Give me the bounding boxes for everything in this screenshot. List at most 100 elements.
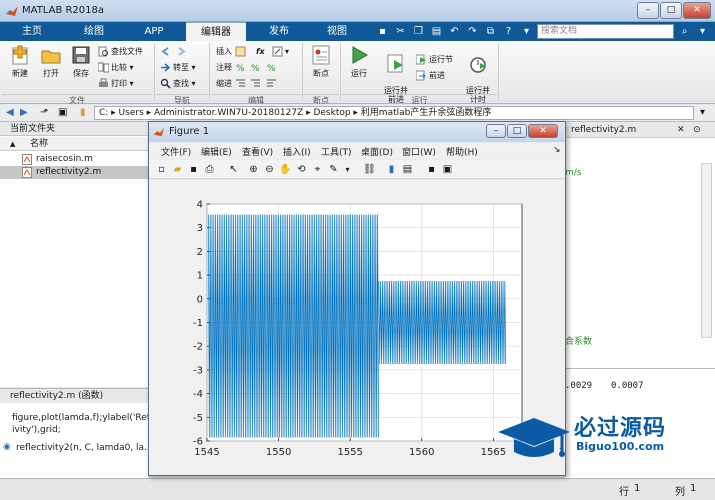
menu-file[interactable]: 文件(F) [161, 145, 191, 158]
tab-publish[interactable]: 发布 [255, 22, 303, 41]
open-file-icon[interactable]: ▰ [171, 163, 184, 176]
search-documentation-input[interactable]: 搜索文档 [537, 24, 674, 39]
comment-button[interactable]: 注释 % % % [216, 61, 279, 74]
insert-legend-icon[interactable]: ▤ [401, 163, 414, 176]
breakpoint-icon [312, 45, 330, 65]
forward-nav-icon[interactable]: ▶ [20, 107, 28, 118]
new-file-icon [12, 45, 28, 65]
zoom-out-icon[interactable]: ⊖ [263, 163, 276, 176]
new-button[interactable]: 新建 [5, 44, 35, 79]
y-tick-label: -6 [193, 437, 203, 448]
tab-view[interactable]: 视图 [313, 22, 361, 41]
maximize-button[interactable]: □ [660, 2, 682, 19]
new-figure-icon[interactable]: ▫ [155, 163, 168, 176]
indent-button[interactable]: 缩进 [216, 77, 279, 90]
up-folder-icon[interactable]: ⬏ [40, 107, 48, 118]
compare-button[interactable]: 比较 ▾ [98, 61, 134, 74]
menu-view[interactable]: 查看(V) [242, 145, 273, 158]
pan-icon[interactable]: ✋ [279, 163, 292, 176]
switch-windows-icon[interactable]: ⧉ [484, 25, 497, 38]
svg-text:%: % [236, 64, 245, 73]
insert-colorbar-icon[interactable]: ▮ [385, 163, 398, 176]
figure-close-button[interactable]: ✕ [528, 124, 558, 138]
tab-plots[interactable]: 绘图 [70, 22, 118, 41]
back-forward-button[interactable] [160, 45, 189, 58]
save-quick-icon[interactable]: ▪ [376, 25, 389, 38]
print-button[interactable]: 打印 ▾ [98, 77, 134, 90]
print-figure-icon[interactable]: ⎙ [203, 163, 216, 176]
find-files-button[interactable]: 查找文件 [98, 45, 143, 58]
address-bar: ◀ ▶ ⬏ ▣ ▮ C: ▸ Users ▸ Administrator.WIN… [0, 105, 715, 122]
open-button[interactable]: 打开 [36, 44, 66, 79]
format-button[interactable]: ▾ [272, 45, 289, 58]
link-plot-icon[interactable]: ⛓ [363, 163, 376, 176]
close-button[interactable]: ✕ [683, 2, 711, 19]
editor-scrollbar[interactable] [701, 163, 712, 338]
tab-apps[interactable]: APP [130, 22, 178, 41]
search-icon[interactable]: ⌕ [678, 25, 691, 38]
brush-icon[interactable]: ✎ [327, 163, 340, 176]
save-figure-icon[interactable]: ▪ [187, 163, 200, 176]
new-label: 新建 [12, 69, 28, 78]
watermark-title: 必过源码 [574, 416, 667, 441]
menu-insert[interactable]: 插入(I) [283, 145, 311, 158]
help-icon[interactable]: ? [502, 25, 515, 38]
figure-minimize-button[interactable]: – [486, 124, 506, 138]
user-icon[interactable]: ▾ [696, 25, 709, 38]
browse-folder-icon[interactable]: ▣ [58, 107, 67, 118]
redo-icon[interactable]: ↷ [466, 25, 479, 38]
back-nav-icon[interactable]: ◀ [6, 107, 14, 118]
goto-label: 转至 [173, 63, 189, 72]
breakpoints-button[interactable]: 断点 [306, 44, 336, 79]
fx-button[interactable]: fx [256, 45, 265, 58]
find-icon [160, 78, 171, 89]
breakpoint-label: 断点 [313, 69, 329, 78]
copy-icon[interactable]: ❐ [412, 25, 425, 38]
cut-icon[interactable]: ✂ [394, 25, 407, 38]
data-cursor-icon[interactable]: ⌖ [311, 163, 324, 176]
menu-help[interactable]: 帮助(H) [446, 145, 478, 158]
insert-button[interactable]: 插入 [216, 45, 248, 58]
advance-button[interactable]: 前进 [416, 69, 445, 82]
hide-plot-tools-icon[interactable]: ▪ [425, 163, 438, 176]
edit-plot-pointer-icon[interactable]: ↖ [227, 163, 240, 176]
run-advance-icon [387, 54, 403, 73]
find-button[interactable]: 查找 ▾ [160, 77, 196, 90]
menu-desktop[interactable]: 桌面(D) [361, 145, 393, 158]
paste-icon[interactable]: ▤ [430, 25, 443, 38]
menu-dock-icon[interactable]: ↘ [553, 145, 561, 155]
menu-tools[interactable]: 工具(T) [321, 145, 352, 158]
name-column-header[interactable]: 名称 ▲ [0, 137, 150, 151]
current-folder-path[interactable]: C: ▸ Users ▸ Administrator.WIN7U-2018012… [94, 106, 694, 120]
run-section-button[interactable]: 运行节 [416, 53, 453, 66]
y-tick-label: -4 [193, 389, 203, 400]
tab-editor[interactable]: 编辑器 [186, 22, 246, 41]
save-button[interactable]: 保存 [66, 44, 96, 79]
figure-title-bar[interactable]: Figure 1 – □ ✕ [149, 122, 565, 142]
quick-access-menu-icon[interactable]: ▾ [520, 25, 533, 38]
goto-button[interactable]: 转至 ▾ [160, 61, 196, 74]
rotate-3d-icon[interactable]: ⟲ [295, 163, 308, 176]
watermark-url: Biguo100.com [576, 440, 665, 453]
figure-maximize-button[interactable]: □ [507, 124, 527, 138]
file-row-selected[interactable]: reflectivity2.m [0, 166, 150, 179]
brush-dropdown-icon[interactable]: ▾ [341, 163, 354, 176]
menu-window[interactable]: 窗口(W) [402, 145, 436, 158]
run-button[interactable]: 运行 [344, 44, 374, 79]
tab-home[interactable]: 主页 [8, 22, 56, 41]
close-editor-tab-icon[interactable]: ✕ [677, 125, 685, 135]
editor-options-icon[interactable]: ⊙ [693, 125, 701, 135]
path-dropdown-icon[interactable]: ▾ [700, 107, 705, 118]
undo-icon[interactable]: ↶ [448, 25, 461, 38]
svg-text:%: % [267, 64, 276, 73]
ribbon-separator [154, 43, 155, 101]
sort-arrow-icon: ▲ [10, 140, 16, 148]
show-plot-tools-icon[interactable]: ▣ [441, 163, 454, 176]
save-label: 保存 [73, 69, 89, 78]
fx-icon: fx [256, 47, 265, 56]
run-label: 运行 [351, 69, 367, 78]
minimize-button[interactable]: – [637, 2, 659, 19]
zoom-in-icon[interactable]: ⊕ [247, 163, 260, 176]
menu-edit[interactable]: 编辑(E) [201, 145, 232, 158]
file-row[interactable]: raisecosin.m [0, 153, 150, 166]
